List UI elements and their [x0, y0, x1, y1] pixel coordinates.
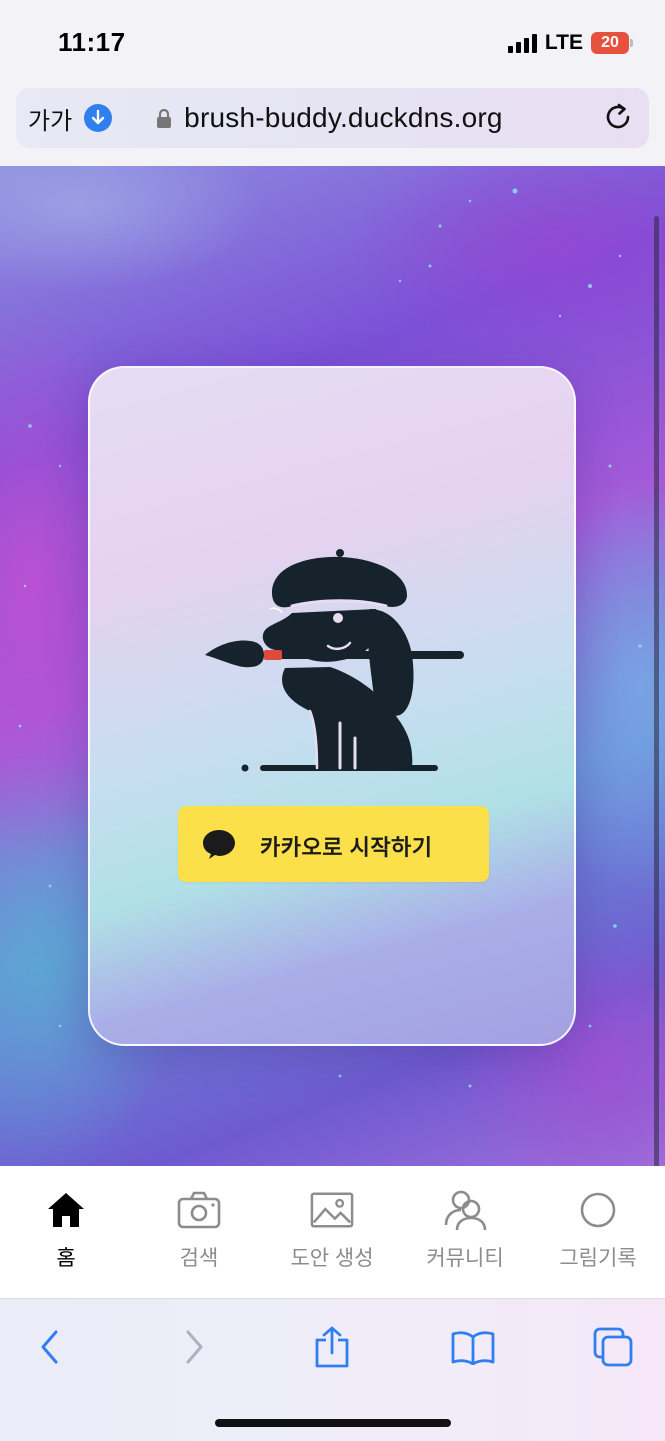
status-time: 11:17 — [58, 27, 126, 57]
back-icon[interactable] — [26, 1323, 74, 1371]
tabs-icon[interactable] — [589, 1323, 637, 1371]
speech-bubble-icon — [203, 830, 235, 859]
image-icon — [310, 1188, 354, 1232]
tab-home[interactable]: 홈 — [0, 1188, 132, 1278]
status-indicators: LTE 20 — [507, 30, 633, 56]
dog-painter-logo — [205, 549, 464, 772]
text-size-button[interactable]: 가가 — [28, 101, 72, 136]
kakao-button-label: 카카오로 시작하기 — [260, 835, 433, 860]
scrollbar[interactable] — [654, 216, 659, 1166]
reload-icon[interactable] — [603, 102, 633, 132]
network-type: LTE — [544, 31, 583, 54]
download-icon[interactable] — [84, 104, 113, 132]
tab-label-home: 홈 — [56, 1247, 76, 1270]
home-icon — [44, 1188, 88, 1232]
home-indicator — [215, 1419, 451, 1427]
tab-design-generate[interactable]: 도안 생성 — [266, 1188, 398, 1278]
battery-level: 20 — [601, 34, 619, 51]
tab-label-search: 검색 — [179, 1247, 219, 1270]
status-bar: 11:17 LTE 20 — [0, 0, 665, 84]
share-icon[interactable] — [308, 1323, 356, 1371]
lock-icon — [156, 107, 174, 129]
url-text[interactable]: brush-buddy.duckdns.org — [184, 102, 503, 134]
battery-icon: 20 — [591, 32, 633, 54]
kakao-login-button[interactable]: 카카오로 시작하기 — [178, 806, 489, 882]
tab-label-design-generate: 도안 생성 — [290, 1247, 374, 1270]
forward-icon[interactable] — [170, 1323, 218, 1371]
login-card: 카카오로 시작하기 — [88, 366, 576, 1046]
address-bar[interactable]: 가가 brush-buddy.duckdns.org — [16, 88, 649, 148]
tab-label-drawing-history: 그림기록 — [559, 1247, 637, 1270]
signal-icon — [507, 33, 537, 53]
tab-search[interactable]: 검색 — [133, 1188, 265, 1278]
circle-icon — [576, 1188, 620, 1232]
bookmarks-icon[interactable] — [449, 1323, 497, 1371]
browser-toolbar — [0, 1298, 665, 1441]
tab-community[interactable]: 커뮤니티 — [399, 1188, 531, 1278]
main-content: 카카오로 시작하기 — [0, 166, 665, 1166]
community-icon — [443, 1188, 487, 1232]
bottom-tab-bar: 홈 검색 도안 생성 커뮤니티 그림기록 — [0, 1166, 665, 1298]
camera-icon — [177, 1188, 221, 1232]
tab-drawing-history[interactable]: 그림기록 — [532, 1188, 664, 1278]
address-bar-container: 가가 brush-buddy.duckdns.org — [0, 84, 665, 166]
tab-label-community: 커뮤니티 — [426, 1247, 504, 1270]
